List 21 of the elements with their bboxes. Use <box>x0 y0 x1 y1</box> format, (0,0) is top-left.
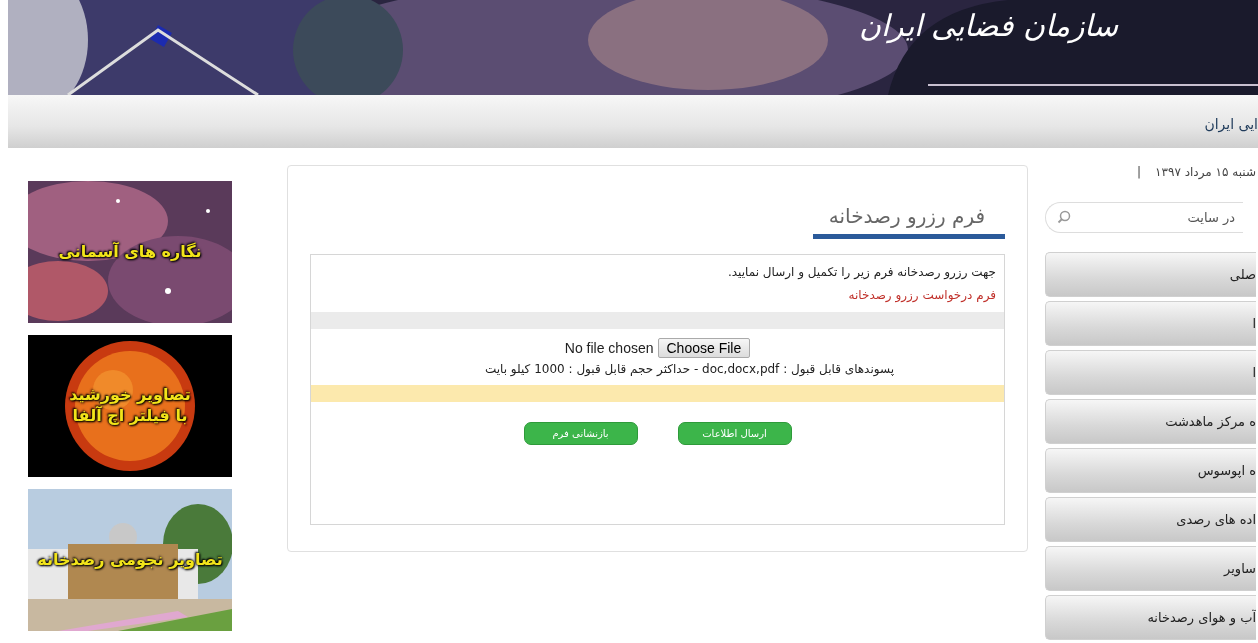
menu-item[interactable]: صلی <box>1045 252 1256 297</box>
intro-text: جهت رزرو رصدخانه فرم زیر را تکمیل و ارسال نمایید. <box>726 265 996 279</box>
banner-caption: نگاره های آسمانی <box>58 241 202 263</box>
logo-text[interactable]: سازمان فضایی ایران <box>858 8 1118 43</box>
choose-file-button[interactable]: Choose File <box>657 338 751 358</box>
form-title: فرم رزرو رصدخانه <box>813 204 1005 239</box>
file-status: No file chosen <box>564 340 654 356</box>
menu-item[interactable]: ه اپوسوس <box>1045 448 1256 493</box>
menu-item[interactable]: آب و هوای رصدخانه <box>1045 595 1256 640</box>
form-subtitle: فرم درخواست رزرو رصدخانه <box>847 288 996 302</box>
menu-item[interactable]: اده های رصدی <box>1045 497 1256 542</box>
menu-item[interactable]: ا <box>1045 350 1256 395</box>
file-hint: پسوندهای قابل قبول : doc,docx,pdf - حداکثر حجم قابل قبول : 1000 کیلو بایت <box>484 362 894 376</box>
menu-item[interactable]: ساویر <box>1045 546 1256 591</box>
search-field[interactable]: در سایت <box>1045 202 1243 233</box>
separator: | <box>1137 165 1142 179</box>
site-title[interactable]: ایی ایران <box>1204 111 1258 132</box>
banner-caption: با فیلتر اچ آلفا <box>72 406 188 427</box>
date-text: شنبه ۱۵ مرداد ۱۳۹۷ <box>1155 165 1256 179</box>
menu-item[interactable]: ه مرکز ماهدشت <box>1045 399 1256 444</box>
menu-item[interactable]: ا <box>1045 301 1256 346</box>
